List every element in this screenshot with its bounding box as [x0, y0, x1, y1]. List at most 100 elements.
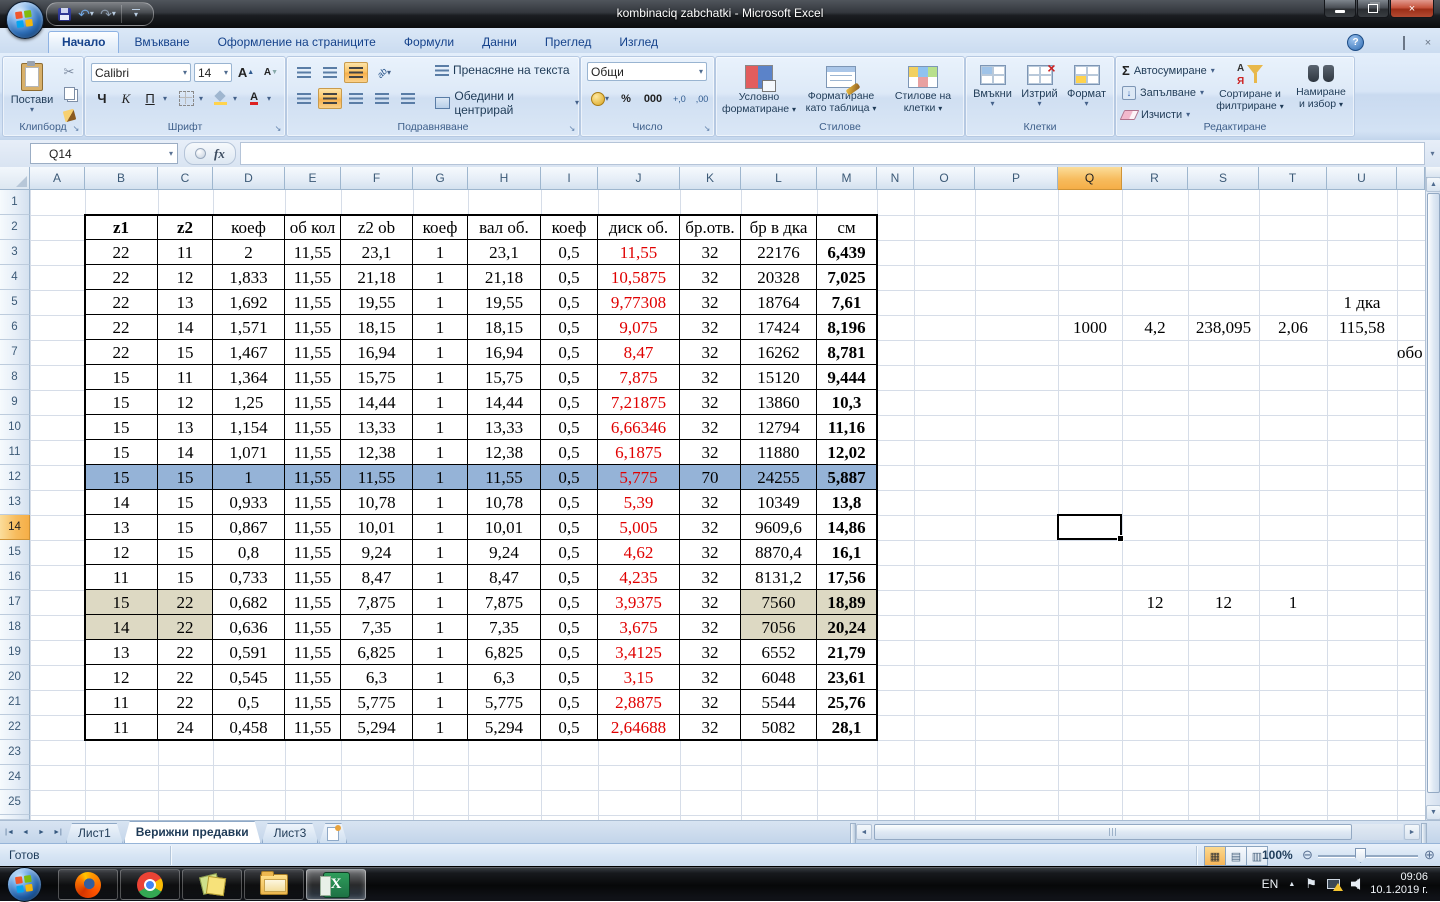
comma-style-button[interactable]: 000 — [639, 88, 667, 109]
cell-M18[interactable]: 20,24 — [817, 615, 877, 640]
cell-G11[interactable]: 1 — [413, 440, 468, 465]
alignment-dialog-launcher[interactable]: ↘ — [566, 123, 578, 135]
cell-H9[interactable]: 14,44 — [468, 390, 541, 415]
cell-K4[interactable]: 32 — [680, 265, 741, 290]
cell-M2[interactable]: см — [817, 215, 877, 240]
cell-I2[interactable]: коеф — [541, 215, 598, 240]
cell-C11[interactable]: 14 — [158, 440, 213, 465]
office-button[interactable] — [6, 1, 44, 39]
cell-D12[interactable]: 1 — [213, 465, 285, 490]
increase-decimal-button[interactable]: +,0 — [669, 91, 690, 107]
horizontal-scrollbar[interactable] — [872, 824, 1403, 840]
cell-Q6[interactable]: 1000 — [1058, 315, 1122, 340]
cell-K10[interactable]: 32 — [680, 415, 741, 440]
cell-C16[interactable]: 15 — [158, 565, 213, 590]
col-header-G[interactable]: G — [413, 167, 468, 190]
cell-B18[interactable]: 14 — [85, 615, 158, 640]
normal-view-button[interactable]: ▦ — [1204, 846, 1226, 866]
row-header-25[interactable]: 25 — [0, 790, 30, 815]
cell-J19[interactable]: 3,4125 — [598, 640, 680, 665]
increase-indent-button[interactable] — [396, 88, 420, 109]
cell-G9[interactable]: 1 — [413, 390, 468, 415]
clipboard-dialog-launcher[interactable]: ↘ — [70, 123, 82, 135]
italic-button[interactable]: К — [115, 88, 137, 109]
cell-D7[interactable]: 1,467 — [213, 340, 285, 365]
action-center-icon[interactable]: ⚑ — [1305, 876, 1317, 892]
cell-T6[interactable]: 2,06 — [1259, 315, 1327, 340]
cell-H17[interactable]: 7,875 — [468, 590, 541, 615]
cell-L20[interactable]: 6048 — [741, 665, 817, 690]
cell-D16[interactable]: 0,733 — [213, 565, 285, 590]
cell-J6[interactable]: 9,075 — [598, 315, 680, 340]
cell-M16[interactable]: 17,56 — [817, 565, 877, 590]
row-header-11[interactable]: 11 — [0, 440, 30, 465]
last-sheet-button[interactable]: ►| — [50, 824, 65, 840]
row-header-16[interactable]: 16 — [0, 565, 30, 590]
cell-C14[interactable]: 15 — [158, 515, 213, 540]
cell-J10[interactable]: 6,66346 — [598, 415, 680, 440]
volume-icon[interactable]: ) — [1351, 878, 1360, 891]
cell-G3[interactable]: 1 — [413, 240, 468, 265]
cell-I21[interactable]: 0,5 — [541, 690, 598, 715]
cell-G8[interactable]: 1 — [413, 365, 468, 390]
start-button[interactable] — [7, 867, 42, 902]
cell-E6[interactable]: 11,55 — [285, 315, 341, 340]
align-center-button[interactable] — [318, 88, 342, 109]
cell-G10[interactable]: 1 — [413, 415, 468, 440]
first-sheet-button[interactable]: |◄ — [2, 824, 17, 840]
workbook-restore-button[interactable] — [1396, 37, 1412, 49]
cell-K22[interactable]: 32 — [680, 715, 741, 740]
cell-J13[interactable]: 5,39 — [598, 490, 680, 515]
zoom-slider-track[interactable] — [1318, 855, 1418, 857]
sheet-tab-list1[interactable]: Лист1 — [66, 823, 123, 843]
cell-B5[interactable]: 22 — [85, 290, 158, 315]
cell-E4[interactable]: 11,55 — [285, 265, 341, 290]
cell-H6[interactable]: 18,15 — [468, 315, 541, 340]
taskbar-explorer-button[interactable] — [244, 869, 304, 900]
number-format-combo[interactable]: Общи▾ — [587, 62, 707, 81]
cell-L6[interactable]: 17424 — [741, 315, 817, 340]
cell-G5[interactable]: 1 — [413, 290, 468, 315]
wrap-text-button[interactable]: Пренасяне на текста — [435, 63, 570, 77]
cell-L4[interactable]: 20328 — [741, 265, 817, 290]
cell-D10[interactable]: 1,154 — [213, 415, 285, 440]
cell-H14[interactable]: 10,01 — [468, 515, 541, 540]
align-bottom-button[interactable] — [344, 62, 368, 83]
cell-L12[interactable]: 24255 — [741, 465, 817, 490]
cell-M13[interactable]: 13,8 — [817, 490, 877, 515]
cell-B20[interactable]: 12 — [85, 665, 158, 690]
tab-data[interactable]: Данни — [469, 32, 530, 53]
cell-D13[interactable]: 0,933 — [213, 490, 285, 515]
shrink-font-button[interactable]: А▼ — [260, 62, 282, 83]
cell-I7[interactable]: 0,5 — [541, 340, 598, 365]
cell-F10[interactable]: 13,33 — [341, 415, 413, 440]
minimize-button[interactable] — [1324, 0, 1356, 18]
cell-M6[interactable]: 8,196 — [817, 315, 877, 340]
row-header-2[interactable]: 2 — [0, 215, 30, 240]
align-right-button[interactable] — [344, 88, 368, 109]
col-header-U[interactable]: U — [1327, 167, 1397, 190]
underline-button[interactable]: П — [139, 88, 161, 109]
cell-B7[interactable]: 22 — [85, 340, 158, 365]
cell-H10[interactable]: 13,33 — [468, 415, 541, 440]
cell-G7[interactable]: 1 — [413, 340, 468, 365]
cell-L10[interactable]: 12794 — [741, 415, 817, 440]
cell-G18[interactable]: 1 — [413, 615, 468, 640]
cell-M7[interactable]: 8,781 — [817, 340, 877, 365]
select-all-corner[interactable] — [0, 167, 30, 190]
cell-J4[interactable]: 10,5875 — [598, 265, 680, 290]
cell-U5[interactable]: 1 дка — [1327, 290, 1397, 315]
cell-I13[interactable]: 0,5 — [541, 490, 598, 515]
cell-I20[interactable]: 0,5 — [541, 665, 598, 690]
cell-M15[interactable]: 16,1 — [817, 540, 877, 565]
taskbar-excel-button[interactable]: X — [306, 869, 366, 900]
cell-E17[interactable]: 11,55 — [285, 590, 341, 615]
scroll-down-button[interactable]: ▼ — [1426, 805, 1440, 820]
cell-K2[interactable]: бр.отв. — [680, 215, 741, 240]
col-header-P[interactable]: P — [975, 167, 1058, 190]
col-header-L[interactable]: L — [741, 167, 817, 190]
cell-J7[interactable]: 8,47 — [598, 340, 680, 365]
col-header-F[interactable]: F — [341, 167, 413, 190]
sheet-tab-list3[interactable]: Лист3 — [262, 823, 319, 843]
cell-E18[interactable]: 11,55 — [285, 615, 341, 640]
